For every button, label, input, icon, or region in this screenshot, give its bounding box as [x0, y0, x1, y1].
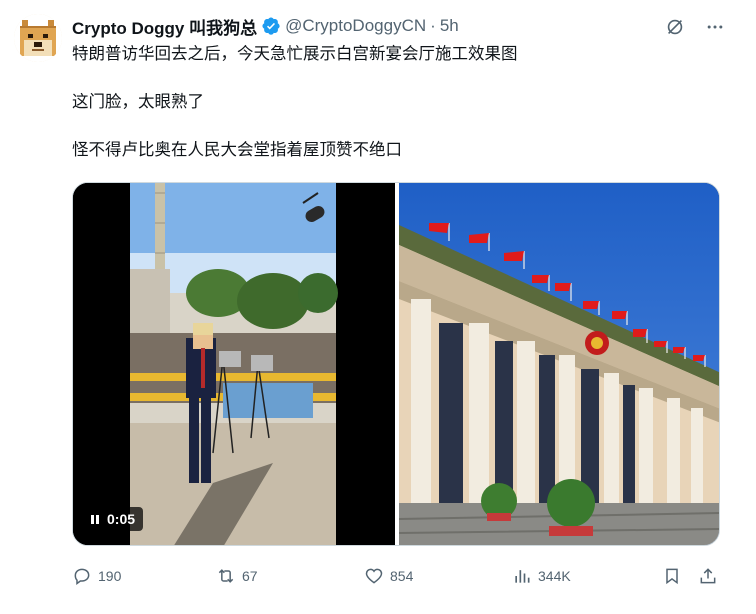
grok-icon[interactable]: [660, 12, 690, 42]
tweet-paragraph: 怪不得卢比奥在人民大会堂指着屋顶赞不绝口: [72, 140, 402, 159]
author-display-name[interactable]: Crypto Doggy 叫我狗总: [72, 14, 257, 39]
building-photo-image: [399, 183, 719, 545]
video-frame: [73, 183, 395, 545]
doge-avatar-icon: [14, 14, 62, 62]
avatar[interactable]: [14, 14, 62, 62]
separator-dot: ·: [430, 16, 436, 35]
tweet-paragraph: 这门脸，太眼熟了: [72, 92, 204, 111]
repost-icon: [218, 569, 234, 583]
bookmark-icon: [666, 568, 678, 585]
verified-badge-icon[interactable]: [261, 16, 281, 36]
tweet-header: Crypto Doggy 叫我狗总 @CryptoDoggyCN · 5h: [72, 14, 459, 38]
photo[interactable]: [399, 183, 719, 545]
analytics-icon: [515, 570, 530, 583]
media-grid: 0:05: [72, 182, 720, 546]
view-count: 344K: [538, 568, 571, 584]
video-controls[interactable]: 0:05: [83, 507, 144, 531]
video-player[interactable]: 0:05: [73, 183, 395, 545]
like-button[interactable]: 854: [364, 560, 413, 592]
video-time-label: 0:05: [107, 511, 136, 527]
like-count: 854: [390, 568, 414, 584]
action-bar: 190 67 854 344K: [72, 560, 728, 592]
author-handle[interactable]: @CryptoDoggyCN: [285, 16, 426, 36]
repost-button[interactable]: 67: [216, 560, 258, 592]
tweet-text: 特朗普访华回去之后，今天急忙展示白宫新宴会厅施工效果图 这门脸，太眼熟了 怪不得…: [72, 42, 732, 162]
pause-icon[interactable]: [91, 514, 99, 524]
tweet-paragraph: 特朗普访华回去之后，今天急忙展示白宫新宴会厅施工效果图: [72, 44, 518, 63]
reply-button[interactable]: 190: [72, 560, 121, 592]
reply-count: 190: [98, 568, 122, 584]
share-button[interactable]: [698, 560, 718, 592]
post-timestamp[interactable]: 5h: [440, 16, 459, 36]
bookmark-button[interactable]: [662, 560, 682, 592]
reply-icon: [74, 568, 90, 585]
views-button[interactable]: 344K: [512, 560, 571, 592]
share-icon: [700, 568, 716, 584]
tweet[interactable]: Crypto Doggy 叫我狗总 @CryptoDoggyCN · 5h 特朗…: [0, 0, 756, 614]
heart-icon: [365, 568, 383, 584]
repost-count: 67: [242, 568, 258, 584]
more-options-icon[interactable]: [700, 12, 730, 42]
